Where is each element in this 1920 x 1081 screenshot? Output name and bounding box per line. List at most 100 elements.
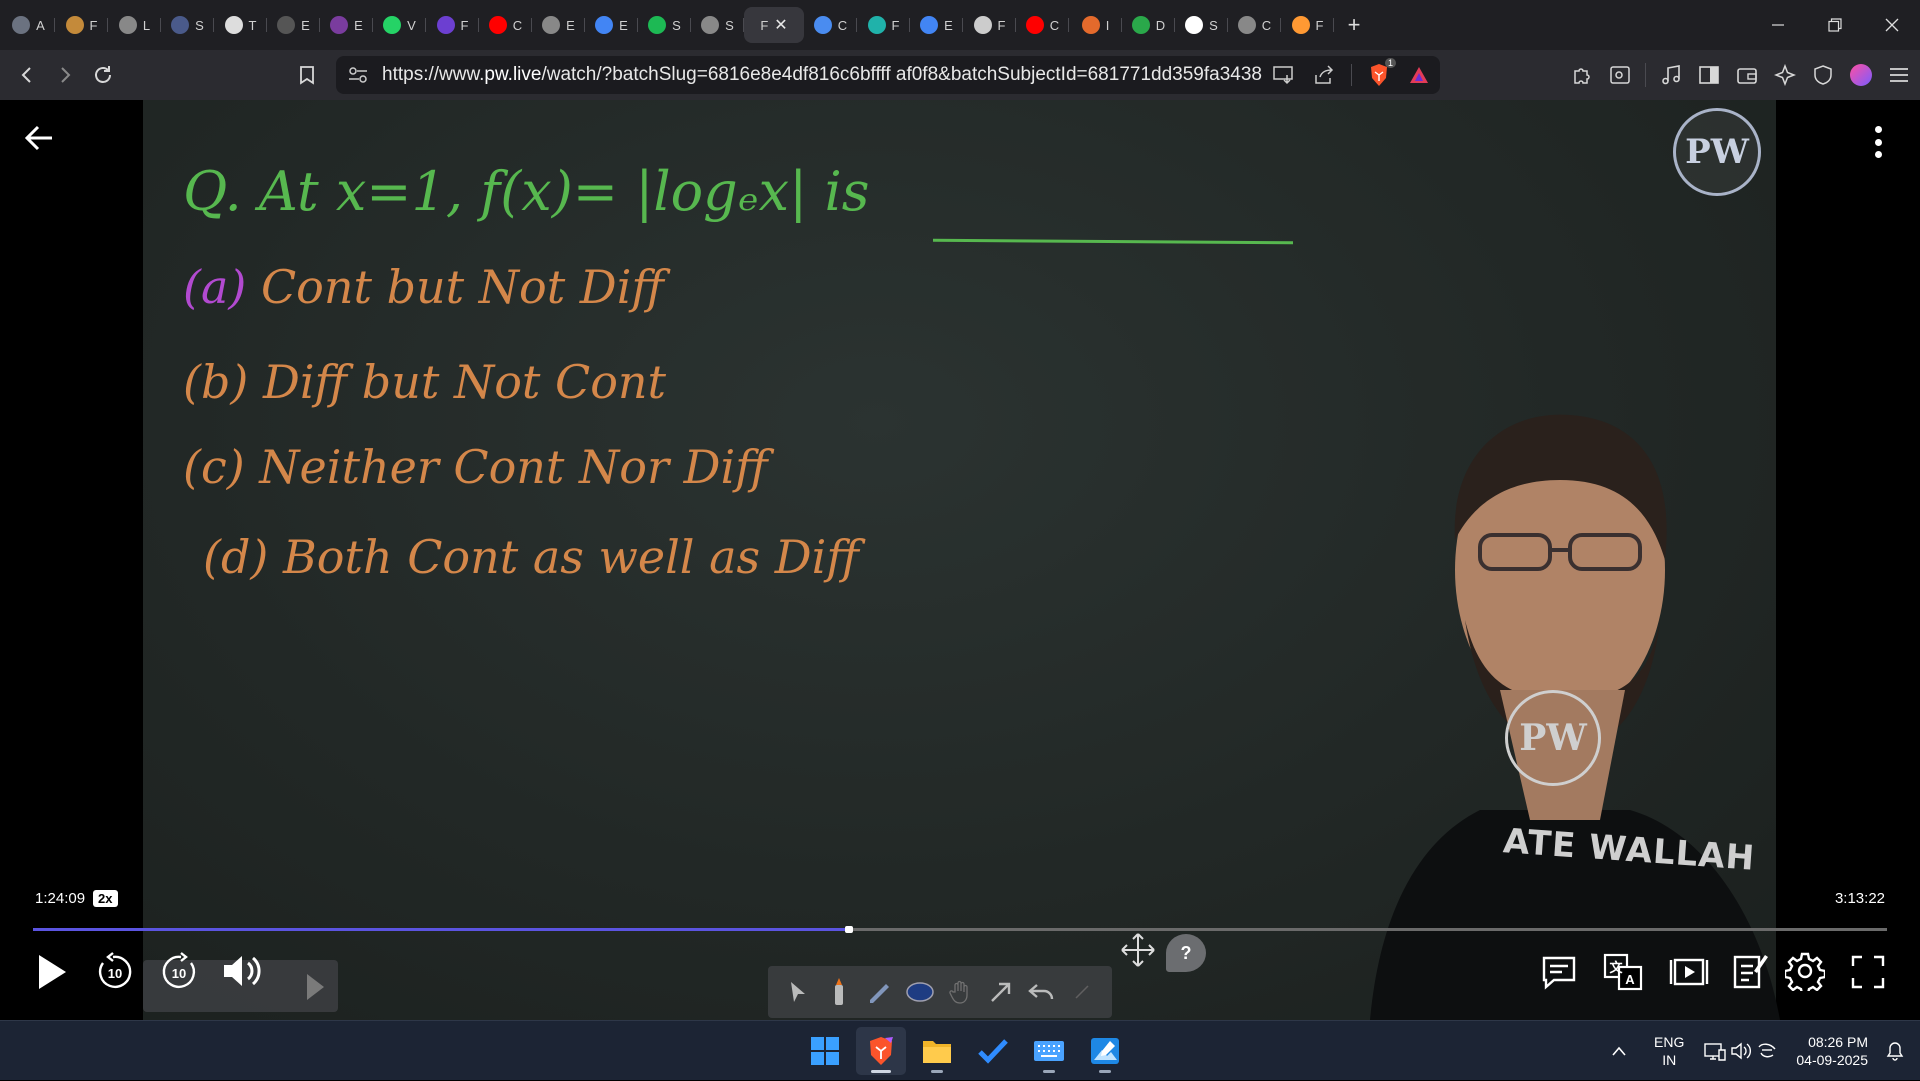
close-window-button[interactable] — [1863, 0, 1920, 50]
browser-tab[interactable]: F — [963, 7, 1016, 43]
browser-tab[interactable]: E — [320, 7, 373, 43]
brave-shields-button[interactable]: 1 — [1366, 58, 1396, 88]
taskbar-file-explorer[interactable] — [912, 1027, 962, 1075]
network-button[interactable] — [1702, 1038, 1728, 1064]
browser-tab[interactable]: S — [1175, 7, 1228, 43]
tab-title: F — [1315, 17, 1324, 33]
browser-tab[interactable]: E — [267, 7, 320, 43]
marker-tool[interactable] — [824, 977, 854, 1007]
fullscreen-button[interactable] — [1848, 952, 1888, 992]
browser-tab[interactable]: S — [161, 7, 214, 43]
browser-tab[interactable]: T — [214, 7, 267, 43]
next-button[interactable] — [300, 962, 330, 1012]
speed-badge[interactable]: 2x — [93, 890, 118, 907]
network-icon — [1704, 1043, 1727, 1061]
taskbar-keyboard[interactable] — [1024, 1027, 1074, 1075]
play-button[interactable] — [32, 948, 72, 996]
share-button[interactable] — [1311, 62, 1337, 88]
leo-ai-button[interactable] — [1772, 62, 1798, 88]
chat-button[interactable] — [1538, 952, 1580, 992]
option-b: (b) Diff but Not Cont — [183, 355, 666, 409]
browser-tab[interactable]: S — [691, 7, 744, 43]
collapse-tool[interactable] — [1067, 977, 1097, 1007]
volume-button[interactable] — [220, 950, 266, 992]
arrow-tool[interactable] — [986, 977, 1016, 1007]
playlist-button[interactable] — [1668, 952, 1710, 992]
pointer-tool[interactable] — [783, 977, 813, 1007]
address-bar[interactable]: https://www.pw.live/watch/?batchSlug=681… — [336, 56, 1440, 94]
forward-10-button[interactable]: 10 — [158, 950, 200, 992]
browser-tab[interactable]: F ✕ — [744, 7, 804, 43]
help-button[interactable]: ? — [1166, 934, 1206, 972]
start-button[interactable] — [800, 1027, 850, 1075]
browser-tab[interactable]: C — [479, 7, 532, 43]
forward-button[interactable] — [46, 56, 84, 94]
reload-button[interactable] — [84, 56, 122, 94]
duration: 3:13:22 — [1834, 890, 1885, 907]
media-button[interactable] — [1658, 62, 1684, 88]
install-app-button[interactable] — [1271, 62, 1297, 88]
notes-button[interactable] — [1730, 950, 1770, 992]
new-tab-button[interactable]: + — [1334, 7, 1374, 43]
browser-tab[interactable]: F — [55, 7, 108, 43]
menu-button[interactable] — [1886, 62, 1912, 88]
rewind-10-button[interactable]: 10 — [94, 950, 136, 992]
tab-title: S — [672, 17, 681, 33]
browser-tab[interactable]: C — [1228, 7, 1281, 43]
annotation-toolbar — [768, 966, 1112, 1018]
restore-button[interactable] — [1806, 0, 1863, 50]
wallet-button[interactable] — [1734, 62, 1760, 88]
volume-tray-button[interactable] — [1728, 1038, 1754, 1064]
show-hidden-icons-button[interactable] — [1606, 1038, 1632, 1064]
browser-tab[interactable]: L — [108, 7, 161, 43]
settings-button[interactable] — [1784, 950, 1826, 992]
taskbar-todo[interactable] — [968, 1027, 1018, 1075]
bookmark-button[interactable] — [288, 56, 326, 94]
browser-tab[interactable]: S — [638, 7, 691, 43]
browser-tab[interactable]: F — [857, 7, 910, 43]
seek-bar-handle[interactable] — [844, 926, 853, 933]
brave-rewards-button[interactable] — [1406, 62, 1432, 88]
language-indicator[interactable]: ENG IN — [1654, 1033, 1684, 1069]
tab-title: L — [142, 17, 151, 33]
more-options-button[interactable] — [1866, 122, 1890, 162]
highlighter-tool[interactable] — [864, 977, 894, 1007]
vpn-button[interactable] — [1810, 62, 1836, 88]
browser-tab[interactable]: C — [1016, 7, 1069, 43]
close-tab-icon[interactable]: ✕ — [774, 15, 787, 35]
undo-tool[interactable] — [1026, 977, 1056, 1007]
bookmark-icon — [436, 16, 455, 34]
browser-tab[interactable]: D — [1122, 7, 1175, 43]
browser-tab[interactable]: F — [1281, 7, 1334, 43]
language-code: ENG — [1654, 1034, 1685, 1050]
video-player[interactable]: Q. At x=1, f(x)= |logₑx| is (a) Cont but… — [0, 100, 1920, 1020]
profile-button[interactable] — [1848, 62, 1874, 88]
shape-tool[interactable] — [905, 977, 935, 1007]
battery-button[interactable] — [1754, 1038, 1780, 1064]
reader-icon — [1610, 66, 1630, 84]
translate-button[interactable]: 文A — [1602, 952, 1646, 992]
browser-tab[interactable]: F — [426, 7, 479, 43]
chevron-up-icon — [1612, 1046, 1626, 1056]
notifications-button[interactable] — [1882, 1038, 1908, 1064]
browser-tab[interactable]: E — [532, 7, 585, 43]
reader-mode-button[interactable] — [1607, 62, 1633, 88]
taskbar-photos[interactable] — [1080, 1027, 1130, 1075]
browser-tab[interactable]: I — [1069, 7, 1122, 43]
hand-tool[interactable] — [945, 977, 975, 1007]
browser-tab[interactable]: C — [804, 7, 857, 43]
browser-tab[interactable]: E — [910, 7, 963, 43]
taskbar-brave[interactable] — [856, 1027, 906, 1075]
back-button[interactable] — [8, 56, 46, 94]
globe-icon — [701, 16, 720, 34]
extensions-button[interactable] — [1569, 62, 1595, 88]
move-handle[interactable] — [1118, 930, 1158, 970]
sidebar-button[interactable] — [1696, 62, 1722, 88]
minimize-button[interactable] — [1749, 0, 1806, 50]
clock[interactable]: 08:26 PM 04-09-2025 — [1796, 1033, 1868, 1069]
browser-tab[interactable]: A — [2, 7, 55, 43]
back-arrow-button[interactable] — [22, 120, 62, 160]
seek-bar[interactable] — [33, 926, 1887, 933]
browser-tab[interactable]: V — [373, 7, 426, 43]
browser-tab[interactable]: E — [585, 7, 638, 43]
